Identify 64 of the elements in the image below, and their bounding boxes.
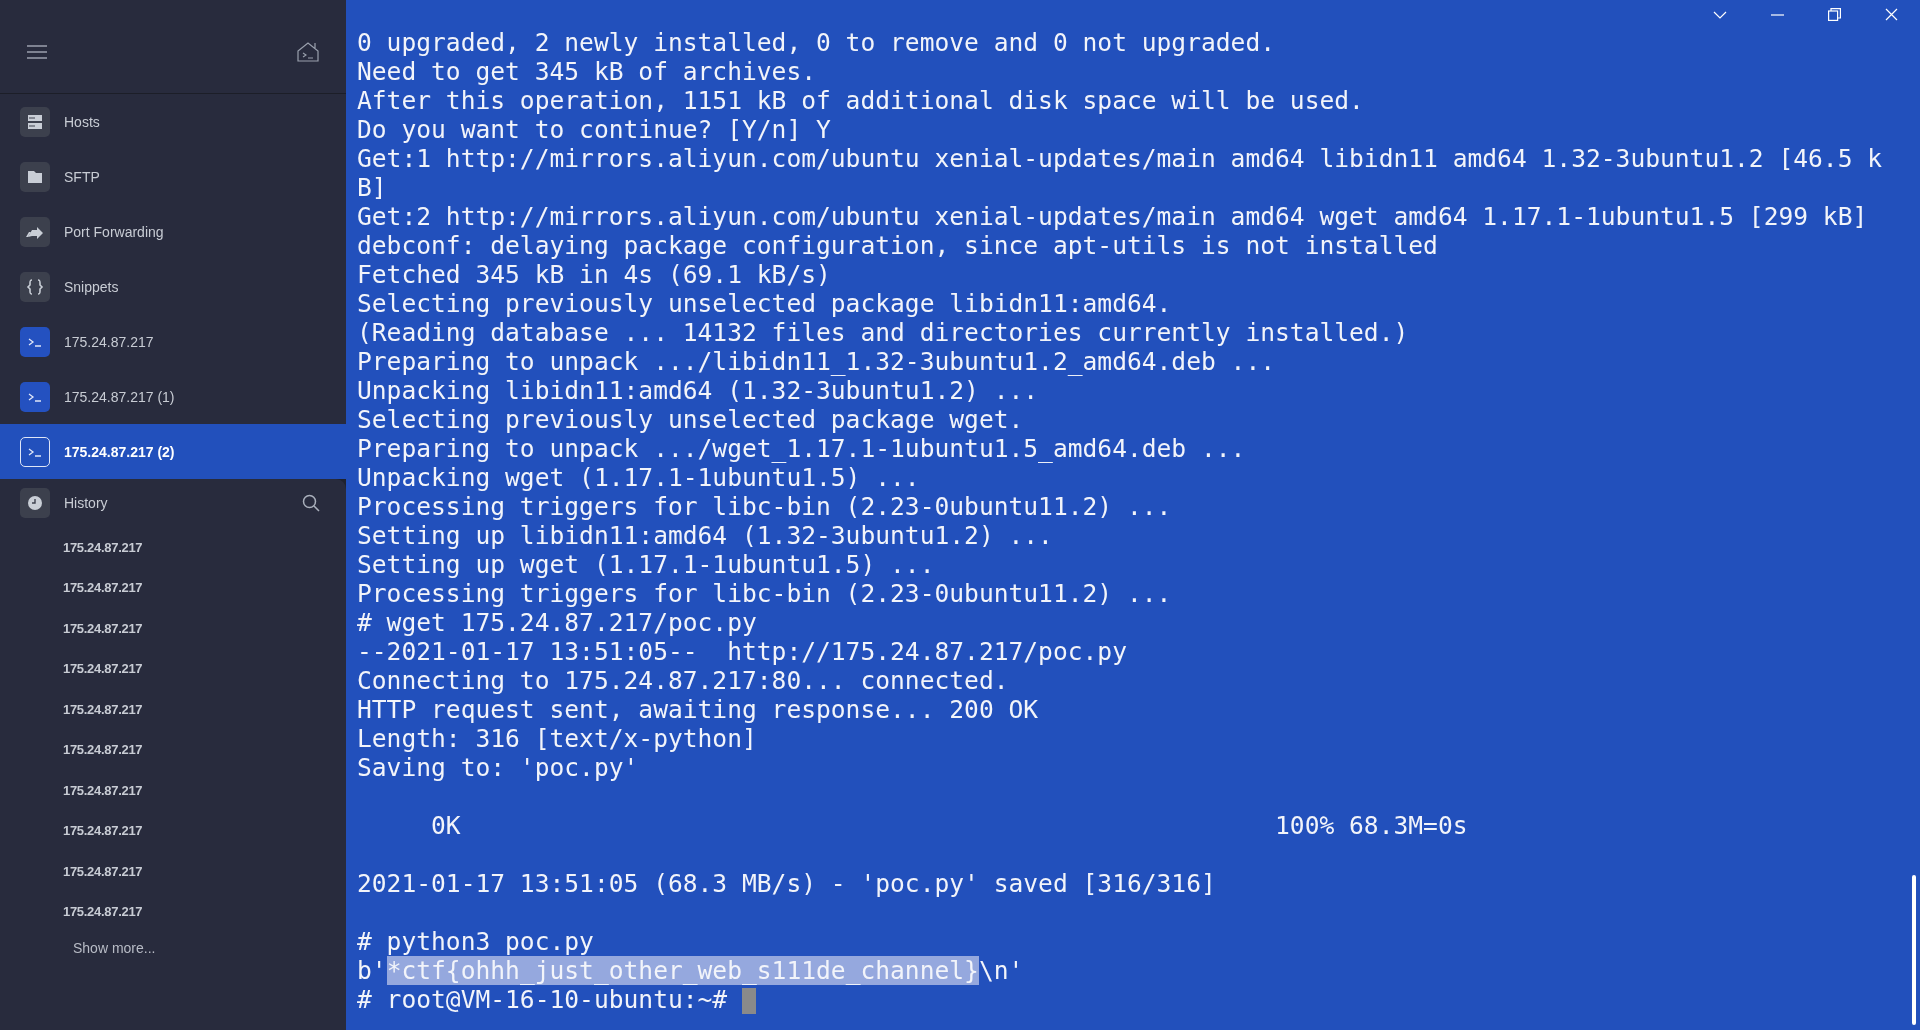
sidebar-item[interactable]: 175.24.87.217 xyxy=(0,314,346,369)
terminal-line: Selecting previously unselected package libidn11:amd64. xyxy=(357,289,1173,318)
terminal-icon xyxy=(20,381,50,412)
terminal-line: # python3 poc.py xyxy=(357,927,595,956)
terminal-line: # wget 175.24.87.217/poc.py xyxy=(357,608,758,637)
terminal-line: After this operation, 1151 kB of additional disk space will be used. xyxy=(357,86,1365,115)
sidebar-item[interactable]: 175.24.87.217 (1) xyxy=(0,369,346,424)
terminal-line: Get:2 http://mirrors.aliyun.com/ubuntu xenial-updates/main amd64 wget amd64 1.17.1-1ubuntu1.5 [299 kB] xyxy=(357,202,1869,231)
terminal-line: debconf: delaying package configuration, since apt-utils is not installed xyxy=(357,231,1439,260)
terminal-line: Preparing to unpack .../wget_1.17.1-1ubuntu1.5_amd64.deb ... xyxy=(357,434,1247,463)
close-icon[interactable] xyxy=(1885,8,1898,21)
terminal-line: Length: 316 [text/x-python] xyxy=(357,724,758,753)
history-item[interactable]: 175.24.87.217 xyxy=(0,689,346,730)
home-terminal-icon[interactable] xyxy=(296,41,320,62)
terminal-line: Fetched 345 kB in 4s (69.1 kB/s) xyxy=(357,260,832,289)
history-item[interactable]: 175.24.87.217 xyxy=(0,770,346,811)
terminal-line: Need to get 345 kB of archives. xyxy=(357,57,817,86)
history-item[interactable]: 175.24.87.217 xyxy=(0,567,346,608)
terminal-line: Connecting to 175.24.87.217:80... connected. xyxy=(357,666,1010,695)
terminal-line: 2021-01-17 13:51:05 (68.3 MB/s) - 'poc.py' saved [316/316] xyxy=(357,869,1217,898)
terminal-line: Get:1 http://mirrors.aliyun.com/ubuntu xenial-updates/main amd64 libidn11 amd64 1.32-3ubuntu1.2 [46.5 k xyxy=(357,144,1884,173)
terminal-line: Do you want to continue? [Y/n] Y xyxy=(357,115,832,144)
braces-icon xyxy=(20,271,50,302)
terminal-line: Unpacking libidn11:amd64 (1.32-3ubuntu1.2) ... xyxy=(357,376,1040,405)
terminal-line: # root@VM-16-10-ubuntu:~# xyxy=(357,985,1920,1014)
show-more-link[interactable]: Show more... xyxy=(0,932,346,956)
history-item[interactable]: 175.24.87.217 xyxy=(0,810,346,851)
history-item[interactable]: 175.24.87.217 xyxy=(0,608,346,649)
menu-icon[interactable] xyxy=(26,44,48,59)
sidebar-item[interactable]: SFTP xyxy=(0,149,346,204)
terminal-line: Saving to: 'poc.py' xyxy=(357,753,640,782)
search-icon[interactable] xyxy=(302,494,320,512)
terminal-line: Preparing to unpack .../libidn11_1.32-3ubuntu1.2_amd64.deb ... xyxy=(357,347,1276,376)
scrollbar[interactable] xyxy=(1912,875,1916,1025)
terminal-line: Selecting previously unselected package wget. xyxy=(357,405,1025,434)
terminal-line: 0 upgraded, 2 newly installed, 0 to remove and 0 not upgraded. xyxy=(357,28,1276,57)
terminal-icon xyxy=(20,436,50,467)
server-icon xyxy=(20,106,50,137)
clock-icon xyxy=(20,488,50,518)
terminal-line: 0K 100% 68.3M=0s xyxy=(430,811,1469,840)
terminal-line: B] xyxy=(357,173,388,202)
history-item[interactable]: 175.24.87.217 xyxy=(0,891,346,932)
history-item[interactable]: 175.24.87.217 xyxy=(0,851,346,892)
history-item[interactable]: 175.24.87.217 xyxy=(0,729,346,770)
sidebar-item[interactable]: Snippets xyxy=(0,259,346,314)
chevron-down-icon[interactable] xyxy=(1713,10,1727,19)
terminal-line: Processing triggers for libc-bin (2.23-0ubuntu11.2) ... xyxy=(357,492,1173,521)
terminal-line: Setting up libidn11:amd64 (1.32-3ubuntu1.2) ... xyxy=(357,521,1054,550)
minimize-icon[interactable] xyxy=(1771,13,1784,16)
sidebar-item[interactable]: 175.24.87.217 (2) xyxy=(0,424,346,479)
terminal-line: HTTP request sent, awaiting response... 200 OK xyxy=(357,695,1040,724)
terminal-icon xyxy=(20,326,50,357)
terminal-line: Unpacking wget (1.17.1-1ubuntu1.5) ... xyxy=(357,463,921,492)
terminal-line: Setting up wget (1.17.1-1ubuntu1.5) ... xyxy=(357,550,936,579)
sidebar-item[interactable]: Hosts xyxy=(0,94,346,149)
terminal-line: --2021-01-17 13:51:05-- http://175.24.87.217/poc.py xyxy=(357,637,1128,666)
history-item[interactable]: 175.24.87.217 xyxy=(0,527,346,568)
history-item[interactable]: 175.24.87.217 xyxy=(0,648,346,689)
restore-icon[interactable] xyxy=(1828,8,1841,21)
folder-icon xyxy=(20,161,50,192)
history-title: History xyxy=(64,495,108,511)
terminal-line: (Reading database ... 14132 files and directories currently installed.) xyxy=(357,318,1410,347)
terminal-line: Processing triggers for libc-bin (2.23-0ubuntu11.2) ... xyxy=(357,579,1173,608)
sidebar-item[interactable]: Port Forwarding xyxy=(0,204,346,259)
